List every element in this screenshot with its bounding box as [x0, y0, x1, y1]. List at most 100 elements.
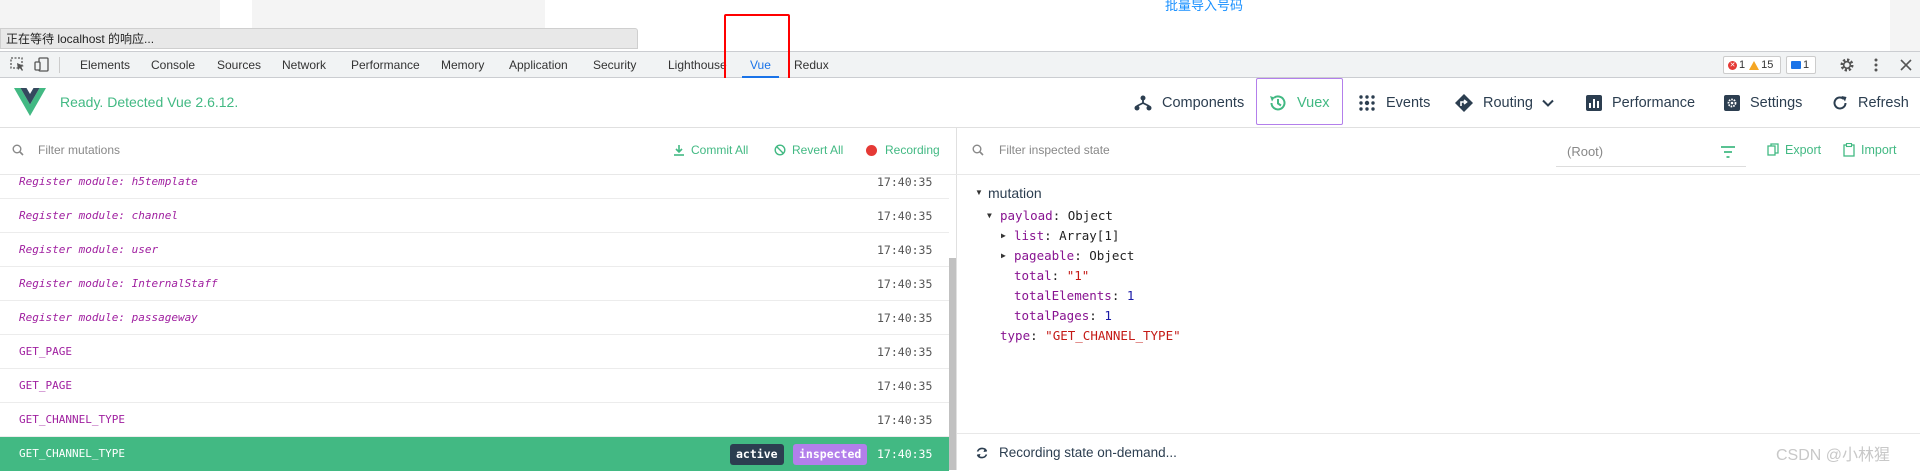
refresh-button[interactable]: Refresh — [1831, 78, 1909, 128]
tree-value: "1" — [1066, 268, 1090, 283]
tree-value: 1 — [1104, 308, 1112, 323]
import-numbers-link[interactable]: 批量导入号码 — [1165, 0, 1243, 14]
performance-label: Performance — [1612, 95, 1696, 111]
warning-icon — [1749, 60, 1760, 70]
list-item[interactable]: Register module: h5template 17:40:35 — [0, 175, 949, 199]
vuex-tab[interactable]: Vuex — [1268, 78, 1330, 128]
sync-icon — [976, 447, 988, 459]
tree-key: totalPages — [1014, 308, 1090, 323]
messages-badge[interactable]: 1 — [1786, 56, 1816, 74]
tree-node-total[interactable]: total: "1" — [1014, 268, 1089, 283]
tab-network[interactable]: Network — [282, 52, 326, 78]
mutation-time: 17:40:35 — [877, 209, 933, 223]
filter-state-input[interactable]: Filter inspected state — [999, 143, 1110, 157]
mutation-name: GET_PAGE — [19, 345, 72, 358]
history-icon — [1270, 95, 1286, 111]
tab-lighthouse[interactable]: Lighthouse — [668, 52, 727, 78]
tab-sources[interactable]: Sources — [217, 52, 261, 78]
mutation-section-header[interactable]: ▼ mutation — [975, 185, 1042, 201]
tree-value: Object — [1089, 248, 1135, 263]
list-item[interactable]: Register module: user 17:40:35 — [0, 233, 949, 267]
mutation-name: Register module: channel — [19, 209, 178, 222]
root-select[interactable]: (Root) — [1556, 137, 1746, 167]
recording-toggle[interactable]: Recording — [866, 143, 940, 157]
copy-icon — [1767, 143, 1779, 156]
tab-vue[interactable]: Vue — [742, 52, 779, 78]
tree-value: Object — [1067, 208, 1113, 223]
search-icon — [12, 144, 24, 156]
performance-tab[interactable]: Performance — [1585, 78, 1695, 128]
export-button[interactable]: Export — [1767, 143, 1821, 157]
performance-icon — [1586, 95, 1602, 111]
tree-key: payload — [1000, 208, 1053, 223]
list-item[interactable]: GET_PAGE 17:40:35 — [0, 335, 949, 369]
caret-right-icon: ▶ — [1001, 251, 1006, 260]
tab-elements[interactable]: Elements — [80, 52, 130, 78]
gear-icon[interactable] — [1839, 57, 1855, 73]
tree-node-payload[interactable]: ▼ payload: Object — [987, 208, 1113, 223]
tree-node-list[interactable]: ▶ list: Array[1] — [1001, 228, 1119, 243]
tab-memory[interactable]: Memory — [441, 52, 484, 78]
settings-label: Settings — [1750, 95, 1803, 111]
error-icon: ✕ — [1728, 60, 1737, 70]
filter-list-icon — [1721, 146, 1735, 158]
chevron-down-icon — [1542, 99, 1554, 107]
tab-security[interactable]: Security — [593, 52, 636, 78]
mutation-time: 17:40:35 — [877, 413, 933, 427]
tree-key: total — [1014, 268, 1052, 283]
more-vertical-icon[interactable] — [1868, 57, 1884, 73]
recording-state-status: Recording state on-demand... — [999, 445, 1177, 460]
list-item[interactable]: GET_PAGE 17:40:35 — [0, 369, 949, 403]
recording-label: Recording — [885, 143, 940, 157]
settings-tab[interactable]: Settings — [1723, 78, 1802, 128]
refresh-icon — [1833, 96, 1847, 110]
tab-performance[interactable]: Performance — [351, 52, 420, 78]
filter-mutations-input[interactable]: Filter mutations — [38, 143, 120, 157]
mutation-name: Register module: passageway — [19, 311, 198, 324]
mutation-time: 17:40:35 — [877, 345, 933, 359]
selected-list-item[interactable]: GET_CHANNEL_TYPE active inspected 17:40:… — [0, 437, 949, 471]
routing-icon — [1455, 94, 1473, 112]
tab-application[interactable]: Application — [509, 52, 568, 78]
routing-tab[interactable]: Routing — [1454, 78, 1555, 128]
import-button[interactable]: Import — [1843, 143, 1896, 157]
list-item[interactable]: Register module: passageway 17:40:35 — [0, 301, 949, 335]
events-tab[interactable]: Events — [1357, 78, 1430, 128]
loading-status-tip: 正在等待 localhost 的响应... — [0, 28, 638, 49]
settings-icon — [1724, 95, 1740, 111]
list-item[interactable]: Register module: InternalStaff 17:40:35 — [0, 267, 949, 301]
tab-redux[interactable]: Redux — [794, 52, 829, 78]
tree-value: "GET_CHANNEL_TYPE" — [1045, 328, 1181, 343]
list-item[interactable]: GET_CHANNEL_TYPE 17:40:35 — [0, 403, 949, 437]
tree-node-total-elements[interactable]: totalElements: 1 — [1014, 288, 1134, 303]
export-label: Export — [1785, 143, 1822, 157]
tab-console[interactable]: Console — [151, 52, 195, 78]
tree-node-pageable[interactable]: ▶ pageable: Object — [1001, 248, 1135, 263]
mutation-time: 17:40:35 — [877, 243, 933, 257]
commit-all-button[interactable]: Commit All — [673, 143, 748, 157]
mutation-time: 17:40:35 — [877, 277, 933, 291]
tree-value: 1 — [1126, 288, 1135, 303]
mutation-name: Register module: InternalStaff — [19, 277, 218, 290]
revert-all-button[interactable]: Revert All — [774, 143, 843, 157]
tree-node-type[interactable]: type: "GET_CHANNEL_TYPE" — [1000, 328, 1181, 343]
active-badge: active — [730, 444, 784, 465]
inspected-badge: inspected — [793, 444, 868, 465]
devtools-tab-bar: Elements Console Sources Network Perform… — [0, 51, 1920, 78]
components-tab[interactable]: Components — [1133, 78, 1244, 128]
close-icon[interactable] — [1898, 57, 1914, 73]
list-item[interactable]: Register module: channel 17:40:35 — [0, 199, 949, 233]
inspect-element-icon[interactable] — [10, 57, 26, 72]
tree-node-total-pages[interactable]: totalPages: 1 — [1014, 308, 1112, 323]
section-title: mutation — [988, 185, 1042, 201]
error-warning-badge[interactable]: ✕ 1 15 — [1723, 56, 1781, 74]
mutation-name: GET_CHANNEL_TYPE — [19, 413, 125, 426]
mutation-name: GET_CHANNEL_TYPE — [19, 447, 125, 460]
vuex-label: Vuex — [1297, 95, 1330, 111]
scrollbar-thumb[interactable] — [949, 258, 956, 470]
message-icon — [1791, 61, 1801, 70]
mutation-time: 17:40:35 — [877, 175, 933, 189]
device-toolbar-icon[interactable] — [34, 57, 50, 72]
clipboard-icon — [1843, 143, 1855, 157]
events-icon — [1359, 95, 1375, 111]
